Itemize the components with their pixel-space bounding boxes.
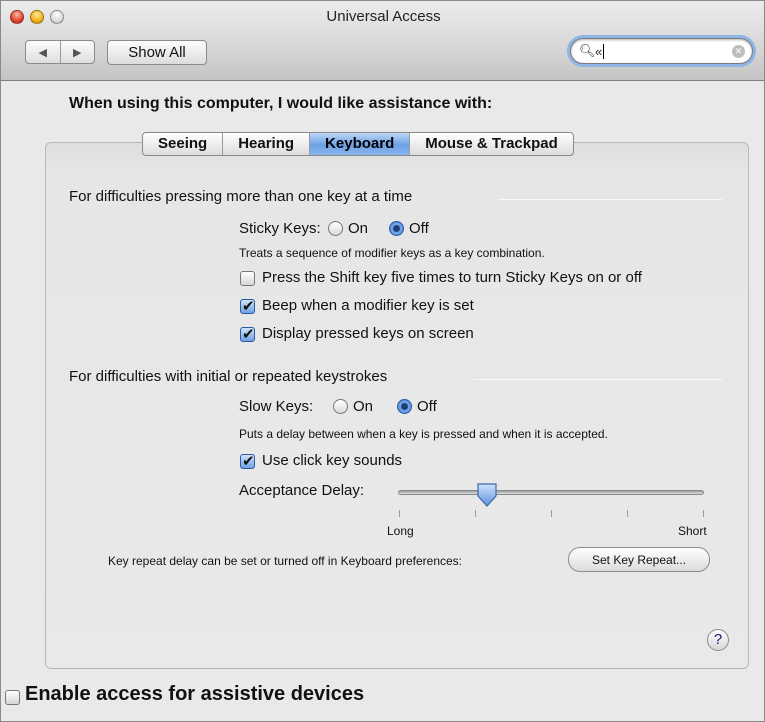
forward-button[interactable]: ▶: [61, 41, 95, 63]
click-key-sounds-checkbox[interactable]: [240, 452, 255, 470]
beep-modifier-label[interactable]: Beep when a modifier key is set: [262, 297, 474, 314]
help-button[interactable]: ?: [707, 629, 729, 651]
slider-tick: [627, 510, 628, 517]
shift-five-times-label[interactable]: Press the Shift key five times to turn S…: [262, 269, 642, 286]
sticky-keys-description: Treats a sequence of modifier keys as a …: [239, 246, 545, 260]
slow-keys-label: Slow Keys:: [239, 398, 314, 415]
sticky-keys-label: Sticky Keys:: [239, 220, 321, 237]
text-cursor: [603, 43, 605, 59]
display-keys-label[interactable]: Display pressed keys on screen: [262, 325, 474, 342]
search-icon: 🔍︎: [579, 43, 596, 58]
assistive-devices-label[interactable]: Enable access for assistive devices: [25, 683, 364, 706]
slider-min-label: Long: [387, 524, 414, 538]
acceptance-delay-slider[interactable]: [398, 490, 704, 495]
assistive-devices-checkbox[interactable]: [5, 690, 20, 705]
assistance-heading: When using this computer, I would like a…: [69, 95, 493, 112]
slider-tick: [475, 510, 476, 517]
acceptance-delay-label: Acceptance Delay:: [239, 482, 365, 499]
back-forward-control: ◀ ▶: [25, 40, 95, 64]
click-key-sounds-label[interactable]: Use click key sounds: [262, 452, 402, 469]
tab-hearing[interactable]: Hearing: [223, 133, 311, 155]
sticky-keys-on-radio[interactable]: [328, 221, 343, 236]
tab-bar: Seeing Hearing Keyboard Mouse & Trackpad: [142, 132, 574, 156]
slow-keys-on-label[interactable]: On: [353, 398, 373, 415]
set-key-repeat-button[interactable]: Set Key Repeat...: [568, 547, 710, 572]
back-button[interactable]: ◀: [26, 41, 61, 63]
shift-five-times-checkbox[interactable]: [240, 271, 255, 286]
slow-keys-off-label[interactable]: Off: [417, 398, 437, 415]
preferences-window: Universal Access ◀ ▶ Show All 🔍︎ « ✕ Whe…: [0, 0, 765, 722]
search-field[interactable]: 🔍︎ « ✕: [570, 38, 753, 64]
beep-modifier-checkbox[interactable]: [240, 297, 255, 315]
toolbar: Universal Access ◀ ▶ Show All 🔍︎ « ✕: [1, 1, 764, 81]
slow-section-title: For difficulties with initial or repeate…: [69, 368, 388, 385]
key-repeat-text: Key repeat delay can be set or turned of…: [108, 554, 462, 568]
slow-keys-on-radio[interactable]: [333, 399, 348, 414]
section-divider: [498, 199, 722, 200]
window-title: Universal Access: [326, 8, 441, 25]
section-divider: [473, 379, 722, 380]
slider-tick: [703, 510, 704, 517]
tab-seeing[interactable]: Seeing: [143, 133, 224, 155]
tab-mouse-trackpad[interactable]: Mouse & Trackpad: [410, 133, 573, 155]
clear-search-icon[interactable]: ✕: [732, 45, 745, 58]
slow-keys-off-radio[interactable]: [397, 399, 412, 414]
display-keys-checkbox[interactable]: [240, 325, 255, 343]
sticky-keys-off-label[interactable]: Off: [409, 220, 429, 237]
sticky-keys-off-radio[interactable]: [389, 221, 404, 236]
arrow-left-icon: ◀: [38, 46, 47, 59]
slow-keys-description: Puts a delay between when a key is press…: [239, 427, 608, 441]
slider-tick: [551, 510, 552, 517]
sticky-keys-on-label[interactable]: On: [348, 220, 368, 237]
show-all-button[interactable]: Show All: [107, 40, 207, 65]
arrow-right-icon: ▶: [73, 46, 82, 59]
search-input-value[interactable]: «: [595, 44, 602, 59]
slider-tick: [399, 510, 400, 517]
acceptance-delay-thumb[interactable]: [476, 482, 498, 508]
slider-max-label: Short: [678, 524, 707, 538]
tab-keyboard[interactable]: Keyboard: [310, 133, 411, 155]
sticky-section-title: For difficulties pressing more than one …: [69, 188, 413, 205]
